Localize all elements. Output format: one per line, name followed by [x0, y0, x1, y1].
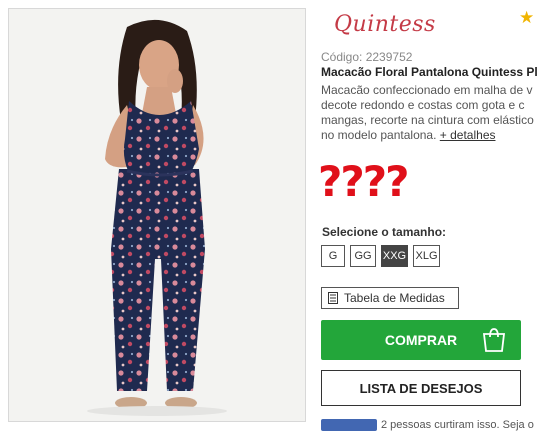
facebook-like-bar: 2 pessoas curtiram isso. Seja o	[321, 419, 538, 431]
description-line: no modelo pantalona. + detalhes	[321, 128, 538, 143]
size-option-g[interactable]: G	[321, 245, 345, 267]
product-image[interactable]	[8, 8, 306, 422]
facebook-like-button[interactable]	[321, 419, 377, 431]
description-line: decote redondo e costas com gota e c	[321, 98, 525, 112]
facebook-like-count: 2 pessoas curtiram isso. Seja o	[381, 419, 534, 431]
size-chart-label: Tabela de Medidas	[344, 291, 445, 305]
size-option-gg[interactable]: GG	[350, 245, 376, 267]
description-line: Macacão confeccionado em malha de v	[321, 83, 533, 97]
shopping-bag-icon	[482, 328, 506, 352]
buy-button[interactable]: COMPRAR	[321, 320, 521, 360]
more-details-link[interactable]: + detalhes	[440, 128, 496, 142]
product-title: Macacão Floral Pantalona Quintess Plu	[321, 65, 538, 79]
wishlist-button[interactable]: LISTA DE DESEJOS	[321, 370, 521, 406]
favorite-star-icon[interactable]: ★	[519, 8, 534, 28]
size-options: G GG XXG XLG	[321, 245, 440, 267]
product-description: Macacão confeccionado em malha de v deco…	[321, 83, 538, 143]
buy-label: COMPRAR	[384, 332, 458, 348]
description-last-line: no modelo pantalona.	[321, 128, 437, 142]
size-option-xxg[interactable]: XXG	[381, 245, 408, 267]
size-option-xlg[interactable]: XLG	[413, 245, 440, 267]
product-code: Código: 2239752	[321, 50, 413, 64]
document-icon	[328, 292, 338, 304]
description-line: mangas, recorte na cintura com elástico	[321, 113, 534, 127]
size-label: Selecione o tamanho:	[322, 225, 447, 239]
product-info: Código: 2239752 Macacão Floral Pantalona…	[321, 50, 538, 143]
brand-logo[interactable]: Quintess	[334, 12, 436, 37]
price-placeholder: ????	[318, 157, 409, 206]
size-chart-button[interactable]: Tabela de Medidas	[321, 287, 459, 309]
